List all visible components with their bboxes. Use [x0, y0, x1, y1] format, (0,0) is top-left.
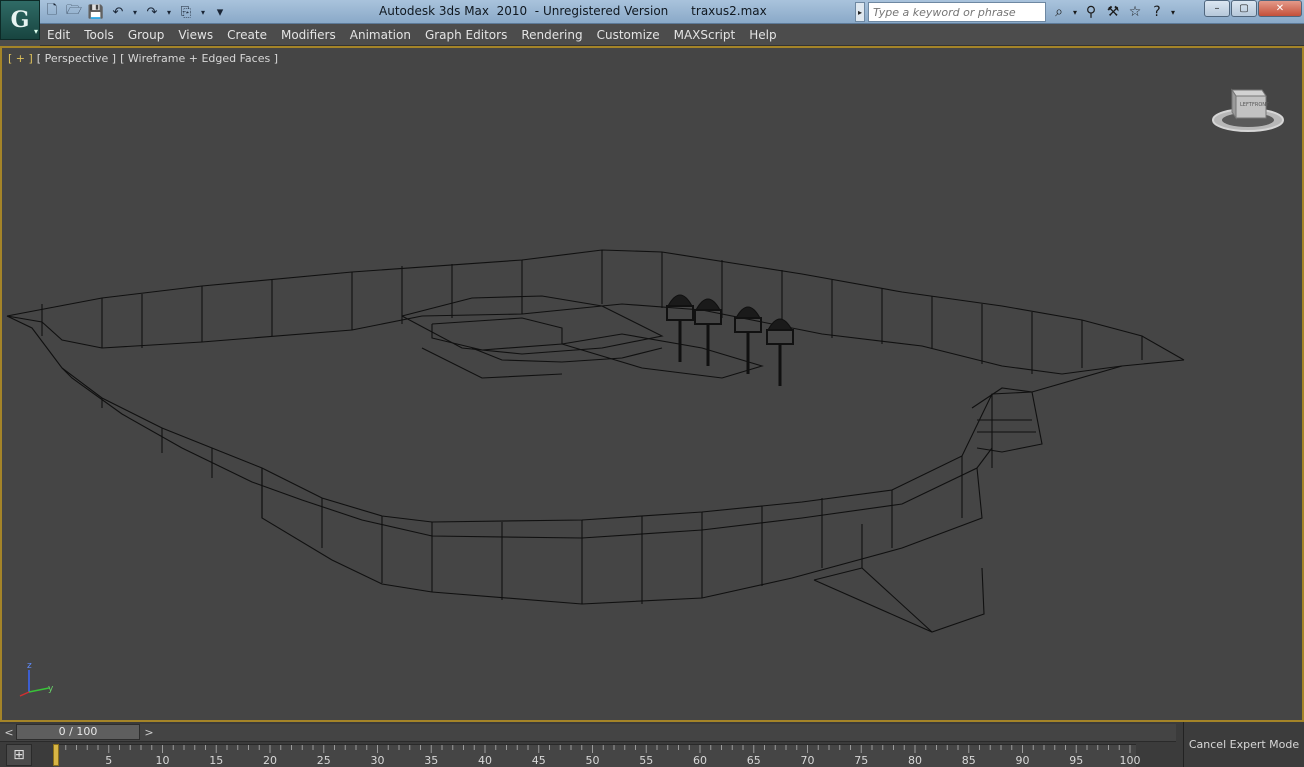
favorites-star-icon[interactable]: ☆	[1125, 2, 1145, 22]
next-frame-button[interactable]: >	[142, 724, 156, 740]
ruler-label: 35	[424, 754, 439, 767]
ruler-label: 75	[854, 754, 869, 767]
ruler-label: 25	[316, 754, 331, 767]
previous-frame-button[interactable]: <	[2, 724, 16, 740]
menu-maxscript[interactable]: MAXScript	[667, 24, 743, 46]
window-controls: – ▢ ✕	[1204, 0, 1302, 17]
application-button[interactable]: G ▾	[0, 0, 40, 40]
ruler-label: 15	[209, 754, 224, 767]
ruler-label: 90	[1015, 754, 1030, 767]
ruler-label: 30	[370, 754, 385, 767]
menu-bar: Edit Tools Group Views Create Modifiers Animat…	[40, 24, 1304, 46]
axis-z-label: z	[27, 661, 32, 671]
help-toolbar: ⌕ ▾ ⚲ ⚒ ☆? ▾	[1049, 2, 1177, 22]
viewcube-icon[interactable]: LEFT FRONT	[1210, 84, 1286, 136]
viewport-shading-mode[interactable]: [ Wireframe + Edged Faces ]	[120, 52, 278, 65]
current-time-marker[interactable]	[53, 744, 59, 766]
ruler-label: 45	[531, 754, 546, 767]
window-title: Autodesk 3ds Max 2010 - Unregistered Ver…	[379, 4, 767, 18]
menu-create[interactable]: Create	[220, 24, 274, 46]
viewport-menu-plus[interactable]: [ + ]	[8, 52, 33, 65]
app-menu-dropdown-icon: ▾	[33, 27, 38, 36]
cancel-expert-mode-button[interactable]: Cancel Expert Mode	[1183, 722, 1304, 767]
open-file-icon[interactable]: 🗁	[64, 3, 84, 21]
undo-dropdown-icon[interactable]: ▾	[130, 3, 140, 21]
ruler-label: 55	[639, 754, 654, 767]
ruler-label: 5	[105, 754, 113, 767]
ruler-label: 100	[1119, 754, 1141, 767]
viewcube-left-face: LEFT	[1240, 102, 1253, 108]
menu-group[interactable]: Group	[121, 24, 172, 46]
ruler-label: 95	[1069, 754, 1084, 767]
menu-customize[interactable]: Customize	[590, 24, 667, 46]
help-icon[interactable]: ?	[1147, 2, 1167, 22]
menu-modifiers[interactable]: Modifiers	[274, 24, 343, 46]
title-bar: 🗋 🗁 💾 ↶ ▾ ↷ ▾ ⎘ ▾ ▾ Autodesk 3ds Max 2010 - Unreg…	[0, 0, 1304, 24]
communication-center-icon[interactable]: ⚲	[1081, 2, 1101, 22]
search-input[interactable]	[868, 2, 1046, 22]
menu-edit[interactable]: Edit	[40, 24, 77, 46]
menu-help[interactable]: Help	[742, 24, 783, 46]
open-mini-curve-editor-icon[interactable]: ⊞	[6, 744, 32, 766]
ruler-label: 20	[263, 754, 277, 767]
quick-access-toolbar: 🗋 🗁 💾 ↶ ▾ ↷ ▾ ⎘ ▾ ▾	[42, 2, 230, 22]
wireframe-scene[interactable]: z y	[2, 48, 1302, 720]
track-bar-ruler[interactable]: 5 10 15 20 25 30 35 40 45 50 55 60 65 70 75 80 85 90 95 100	[54, 744, 1141, 767]
minimize-button[interactable]: –	[1204, 0, 1230, 17]
timeline-panel: < 0 / 100 > ⊞ 5 10 15 20 25 30 35 40 45 50 55 60 65 7…	[0, 722, 1304, 767]
menu-graph-editors[interactable]: Graph Editors	[418, 24, 514, 46]
subscription-icon[interactable]: ⚒	[1103, 2, 1123, 22]
help-dropdown-icon[interactable]: ▾	[1169, 2, 1177, 22]
customize-qat-icon[interactable]: ▾	[210, 3, 230, 21]
viewport-label: [ + ] [ Perspective ] [ Wireframe + Edge…	[8, 52, 278, 65]
time-slider-thumb[interactable]: 0 / 100	[16, 724, 140, 740]
ruler-label: 40	[478, 754, 492, 767]
axis-y-label: y	[48, 684, 54, 694]
project-dropdown-icon[interactable]: ▾	[198, 3, 208, 21]
ruler-label: 60	[693, 754, 707, 767]
menu-tools[interactable]: Tools	[77, 24, 121, 46]
maximize-button[interactable]: ▢	[1231, 0, 1257, 17]
time-slider-track[interactable]	[0, 724, 1176, 742]
project-folder-icon[interactable]: ⎘	[176, 3, 196, 21]
undo-icon[interactable]: ↶	[108, 3, 128, 21]
infocenter: ▸ ⌕▾⚲⚒☆?▾	[855, 2, 1177, 22]
redo-dropdown-icon[interactable]: ▾	[164, 3, 174, 21]
save-icon[interactable]: 💾	[86, 3, 106, 21]
infocenter-collapse-icon[interactable]: ▸	[855, 2, 865, 22]
new-file-icon[interactable]: 🗋	[42, 3, 62, 21]
viewcube-front-face: FRONT	[1252, 102, 1270, 108]
binoculars-dropdown-icon[interactable]: ▾	[1071, 2, 1079, 22]
ruler-label: 70	[800, 754, 815, 767]
menu-animation[interactable]: Animation	[343, 24, 418, 46]
redo-icon[interactable]: ↷	[142, 3, 162, 21]
menu-rendering[interactable]: Rendering	[514, 24, 589, 46]
app-logo-icon: G	[10, 7, 30, 33]
axis-tripod-icon: z y	[19, 661, 54, 697]
viewport-point-of-view[interactable]: [ Perspective ]	[37, 52, 116, 65]
perspective-viewport[interactable]: z y [ + ] [ Perspective ] [ Wireframe + …	[0, 46, 1304, 722]
ruler-label: 80	[908, 754, 922, 767]
ruler-label: 65	[746, 754, 761, 767]
menu-views[interactable]: Views	[171, 24, 220, 46]
ruler-label: 10	[155, 754, 170, 767]
close-button[interactable]: ✕	[1258, 0, 1302, 17]
app-window: 🗋 🗁 💾 ↶ ▾ ↷ ▾ ⎘ ▾ ▾ Autodesk 3ds Max 2010 - Unreg…	[0, 0, 1304, 767]
ruler-label: 85	[961, 754, 976, 767]
binoculars-icon[interactable]: ⌕	[1049, 2, 1069, 22]
ruler-label: 50	[585, 754, 600, 767]
